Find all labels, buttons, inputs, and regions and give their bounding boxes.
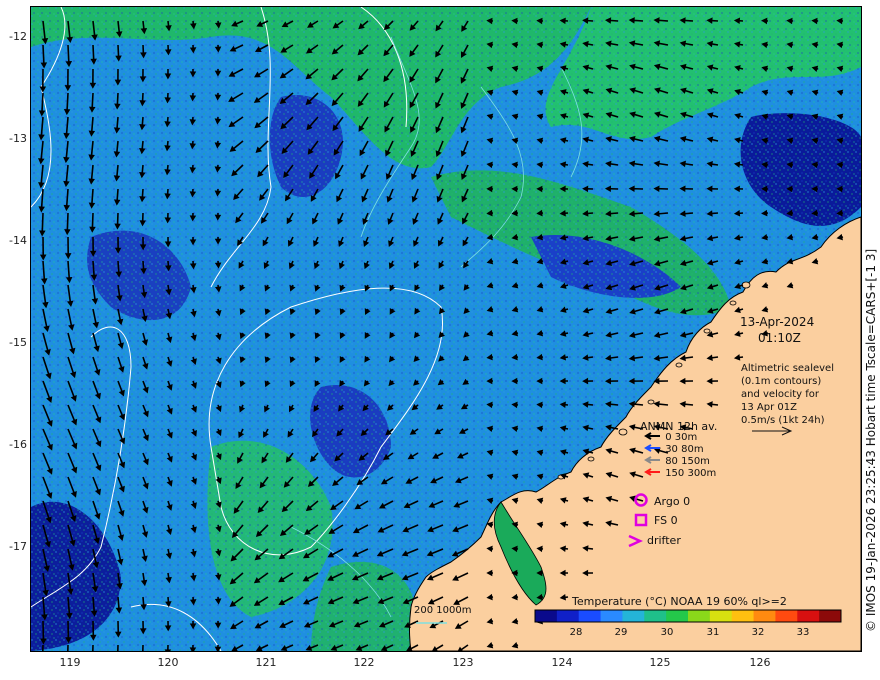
x-tick: 119 bbox=[59, 656, 81, 669]
date-label: 13-Apr-2024 bbox=[740, 315, 815, 329]
y-tick: -12 bbox=[9, 30, 27, 43]
x-tick: 125 bbox=[649, 656, 671, 669]
arrow-icon bbox=[644, 468, 660, 476]
y-tick: -13 bbox=[9, 132, 27, 145]
map-panel bbox=[30, 6, 862, 652]
legend-depth-row: 30 80m bbox=[644, 444, 704, 455]
altimetry-line: Altimetric sealevel bbox=[741, 363, 834, 374]
legend-depth-label: 0 30m bbox=[665, 432, 698, 443]
colorbar-tick: 31 bbox=[706, 627, 720, 638]
x-tick: 124 bbox=[551, 656, 573, 669]
legend-depth-row: 150 300m bbox=[644, 468, 716, 479]
fs-square-icon bbox=[634, 513, 648, 527]
colorbar-tick: 28 bbox=[569, 627, 583, 638]
legend-depth-label: 150 300m bbox=[665, 468, 717, 479]
x-tick: 121 bbox=[255, 656, 277, 669]
scale-arrow-icon bbox=[752, 426, 793, 436]
drifter-chevron-icon bbox=[628, 534, 644, 548]
y-tick: -16 bbox=[9, 438, 27, 451]
y-tick: -15 bbox=[9, 336, 27, 349]
legend-depth-row: 0 30m bbox=[644, 432, 697, 443]
temperature-colorbar bbox=[534, 609, 842, 623]
argo-label: Argo 0 bbox=[654, 495, 691, 508]
x-tick: 123 bbox=[452, 656, 474, 669]
colorbar-tick: 32 bbox=[751, 627, 765, 638]
argo-circle-icon bbox=[634, 493, 648, 507]
x-tick: 122 bbox=[353, 656, 375, 669]
arrow-icon bbox=[644, 456, 660, 464]
arrow-icon bbox=[644, 444, 660, 452]
legend-depth-label: 30 80m bbox=[665, 444, 704, 455]
colorbar-title: Temperature (°C) NOAA 19 60% ql>=2 bbox=[572, 595, 787, 608]
arrow-icon bbox=[644, 432, 660, 440]
altimetry-line: 13 Apr 01Z bbox=[741, 402, 797, 413]
fs-label: FS 0 bbox=[654, 514, 678, 527]
sst-map bbox=[31, 7, 861, 651]
x-tick: 126 bbox=[749, 656, 771, 669]
altimetry-line: (0.1m contours) bbox=[741, 376, 822, 387]
colorbar-tick: 29 bbox=[614, 627, 628, 638]
legend-depth-label: 80 150m bbox=[665, 456, 710, 467]
time-label: 01:10Z bbox=[758, 331, 801, 345]
y-tick: -14 bbox=[9, 234, 27, 247]
legend-depth-row: 80 150m bbox=[644, 456, 710, 467]
colorbar-tick: 33 bbox=[796, 627, 810, 638]
colorbar-tick: 30 bbox=[660, 627, 674, 638]
bathymetry-label: 200 1000m bbox=[414, 605, 472, 616]
x-tick: 120 bbox=[157, 656, 179, 669]
copyright-text: © IMOS 19-Jan-2026 23:25:43 Hobart time … bbox=[864, 248, 878, 632]
drifter-label: drifter bbox=[647, 534, 681, 547]
y-tick: -17 bbox=[9, 540, 27, 553]
altimetry-line: and velocity for bbox=[741, 389, 820, 400]
